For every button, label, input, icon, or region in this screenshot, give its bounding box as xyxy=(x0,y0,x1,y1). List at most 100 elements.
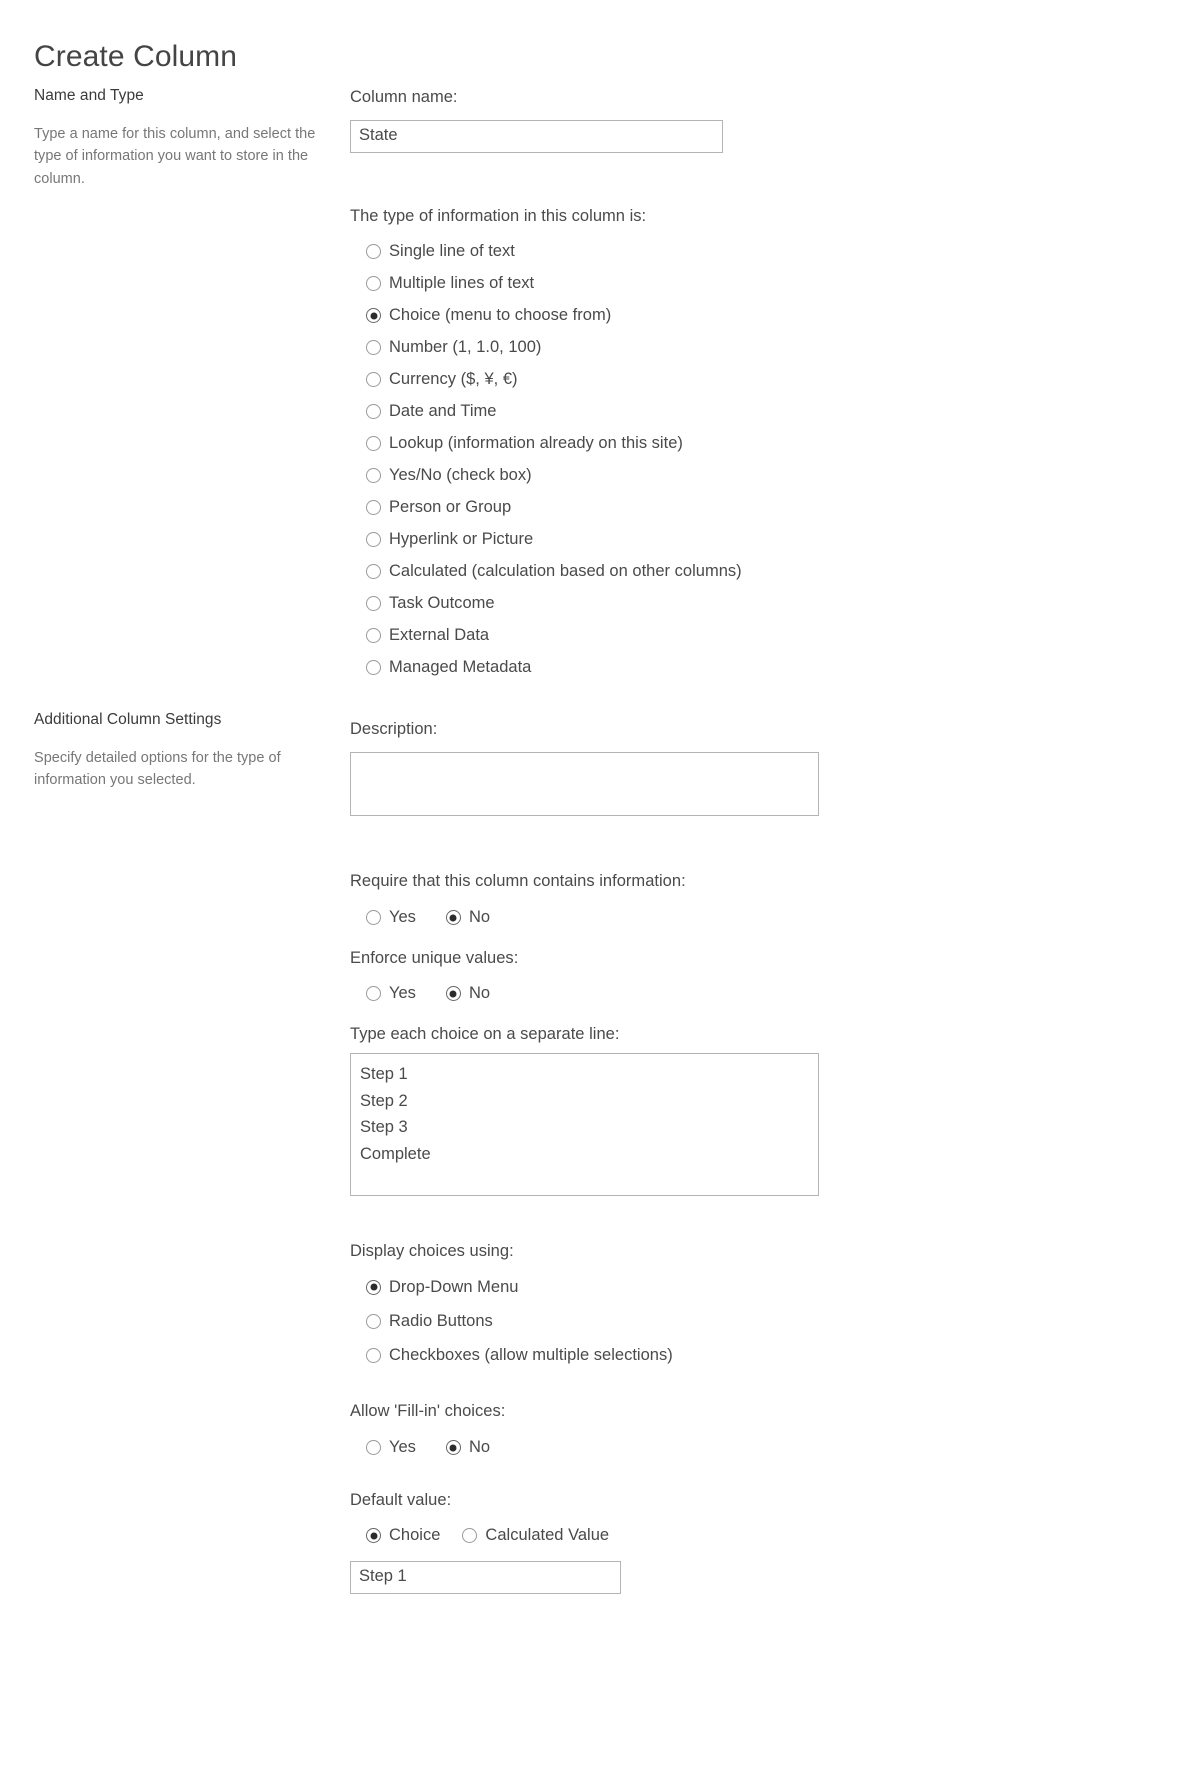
radio-option-choice[interactable]: Choice (menu to choose from) xyxy=(350,300,1170,332)
radio-indicator-icon[interactable] xyxy=(366,500,381,516)
radio-label: Hyperlink or Picture xyxy=(389,529,534,548)
radio-indicator-icon[interactable] xyxy=(366,532,381,548)
radio-indicator-icon[interactable] xyxy=(462,1528,478,1544)
radio-option-lookup[interactable]: Lookup (information already on this site… xyxy=(350,428,1170,460)
radio-option-currency[interactable]: Currency ($, ¥, €) xyxy=(350,364,1170,396)
radio-label: Task Outcome xyxy=(389,593,495,612)
create-column-page: Create Column Name and Type Type a name … xyxy=(0,0,1200,1786)
radio-label: Drop-Down Menu xyxy=(389,1277,519,1296)
display-choices-radio-group[interactable]: Drop-Down Menu Radio Buttons Checkboxes … xyxy=(350,1270,1170,1372)
radio-label: Choice (menu to choose from) xyxy=(389,305,612,324)
column-type-radio-group[interactable]: Single line of text Multiple lines of te… xyxy=(350,236,1170,684)
require-information-yes-option[interactable]: Yes xyxy=(350,907,416,928)
radio-label: No xyxy=(468,907,491,926)
radio-indicator-icon[interactable] xyxy=(366,628,381,644)
display-option-radio-buttons[interactable]: Radio Buttons xyxy=(350,1304,1170,1338)
default-value-label: Default value: xyxy=(350,1490,452,1509)
radio-label: Date and Time xyxy=(389,401,497,420)
radio-option-person-or-group[interactable]: Person or Group xyxy=(350,492,1170,524)
choices-textarea[interactable]: Step 1 Step 2 Step 3 Complete xyxy=(350,1053,819,1197)
radio-indicator-icon[interactable] xyxy=(366,596,381,612)
radio-indicator-icon[interactable] xyxy=(366,276,381,292)
column-name-label: Column name: xyxy=(350,88,458,106)
section-description-additional-settings: Specify detailed options for the type of… xyxy=(34,749,281,789)
radio-label: Yes xyxy=(389,1437,416,1456)
radio-indicator-icon[interactable] xyxy=(366,372,381,388)
display-option-checkboxes[interactable]: Checkboxes (allow multiple selections) xyxy=(350,1338,1170,1372)
enforce-unique-values-label: Enforce unique values: xyxy=(350,948,519,967)
radio-indicator-icon[interactable] xyxy=(366,244,381,260)
description-label: Description: xyxy=(350,720,438,738)
radio-indicator-icon[interactable] xyxy=(366,564,381,580)
radio-option-single-line-of-text[interactable]: Single line of text xyxy=(350,236,1170,268)
radio-label: External Data xyxy=(389,625,490,644)
require-information-radio-group[interactable]: Yes No xyxy=(350,901,1170,935)
radio-option-multiple-lines-of-text[interactable]: Multiple lines of text xyxy=(350,268,1170,300)
radio-label: Calculated (calculation based on other c… xyxy=(389,561,742,580)
radio-option-hyperlink-or-picture[interactable]: Hyperlink or Picture xyxy=(350,524,1170,556)
section-description-name-and-type: Type a name for this column, and select … xyxy=(34,125,316,187)
radio-option-task-outcome[interactable]: Task Outcome xyxy=(350,588,1170,620)
radio-indicator-icon[interactable] xyxy=(366,910,381,926)
radio-label: Single line of text xyxy=(389,241,515,260)
radio-indicator-icon[interactable] xyxy=(445,986,461,1002)
default-value-radio-group[interactable]: Choice Calculated Value xyxy=(350,1519,1170,1553)
radio-label: Person or Group xyxy=(389,497,512,516)
additional-settings-left-column: Additional Column Settings Specify detai… xyxy=(34,710,334,792)
allow-fill-in-choices-radio-group[interactable]: Yes No xyxy=(350,1431,1170,1465)
name-and-type-left-column: Name and Type Type a name for this colum… xyxy=(34,86,334,190)
radio-indicator-icon[interactable] xyxy=(366,1313,381,1329)
radio-label: Number (1, 1.0, 100) xyxy=(389,337,542,356)
enforce-unique-values-yes-option[interactable]: Yes xyxy=(350,983,416,1004)
description-textarea[interactable] xyxy=(350,752,819,817)
enforce-unique-values-no-option[interactable]: No xyxy=(416,983,490,1004)
page-title: Create Column xyxy=(34,40,238,74)
radio-indicator-icon[interactable] xyxy=(366,986,381,1002)
default-value-choice-option[interactable]: Choice xyxy=(350,1525,440,1546)
radio-indicator-icon[interactable] xyxy=(366,1440,381,1456)
radio-option-external-data[interactable]: External Data xyxy=(350,620,1170,652)
choices-label: Type each choice on a separate line: xyxy=(350,1024,620,1043)
radio-indicator-icon[interactable] xyxy=(445,1440,461,1456)
radio-label: Yes xyxy=(389,907,416,926)
radio-option-calculated[interactable]: Calculated (calculation based on other c… xyxy=(350,556,1170,588)
radio-label: Currency ($, ¥, €) xyxy=(389,369,518,388)
radio-indicator-icon[interactable] xyxy=(366,1279,381,1295)
radio-option-date-and-time[interactable]: Date and Time xyxy=(350,396,1170,428)
section-heading-additional-settings: Additional Column Settings xyxy=(34,711,222,728)
name-and-type-right-column: Column name: The type of information in … xyxy=(350,86,1170,684)
radio-label: Lookup (information already on this site… xyxy=(389,433,683,452)
radio-indicator-icon[interactable] xyxy=(366,436,381,452)
default-value-calculated-option[interactable]: Calculated Value xyxy=(440,1525,609,1546)
radio-indicator-icon[interactable] xyxy=(366,308,381,324)
radio-indicator-icon[interactable] xyxy=(366,1347,381,1363)
section-heading-name-and-type: Name and Type xyxy=(34,87,144,104)
column-type-label: The type of information in this column i… xyxy=(350,207,647,226)
default-value-input[interactable] xyxy=(350,1560,621,1594)
radio-label: Choice xyxy=(389,1526,441,1545)
additional-settings-right-column: Description: Require that this column co… xyxy=(350,718,1170,1594)
radio-label: Yes xyxy=(389,984,416,1003)
radio-indicator-icon[interactable] xyxy=(366,1528,381,1544)
radio-label: Yes/No (check box) xyxy=(389,465,532,484)
column-name-input[interactable] xyxy=(350,120,723,154)
radio-label: Radio Buttons xyxy=(389,1311,493,1330)
allow-fill-in-choices-label: Allow 'Fill-in' choices: xyxy=(350,1402,506,1421)
radio-option-managed-metadata[interactable]: Managed Metadata xyxy=(350,652,1170,684)
radio-label: Checkboxes (allow multiple selections) xyxy=(389,1345,673,1364)
radio-option-yes-no[interactable]: Yes/No (check box) xyxy=(350,460,1170,492)
radio-indicator-icon[interactable] xyxy=(445,910,461,926)
radio-indicator-icon[interactable] xyxy=(366,660,381,676)
radio-indicator-icon[interactable] xyxy=(366,340,381,356)
enforce-unique-values-radio-group[interactable]: Yes No xyxy=(350,977,1170,1011)
radio-option-number[interactable]: Number (1, 1.0, 100) xyxy=(350,332,1170,364)
radio-indicator-icon[interactable] xyxy=(366,404,381,420)
radio-indicator-icon[interactable] xyxy=(366,468,381,484)
require-information-no-option[interactable]: No xyxy=(416,907,490,928)
display-option-drop-down-menu[interactable]: Drop-Down Menu xyxy=(350,1270,1170,1304)
radio-label: Multiple lines of text xyxy=(389,273,535,292)
require-information-label: Require that this column contains inform… xyxy=(350,872,686,891)
allow-fill-in-no-option[interactable]: No xyxy=(416,1437,490,1458)
allow-fill-in-yes-option[interactable]: Yes xyxy=(350,1437,416,1458)
radio-label: No xyxy=(468,984,491,1003)
